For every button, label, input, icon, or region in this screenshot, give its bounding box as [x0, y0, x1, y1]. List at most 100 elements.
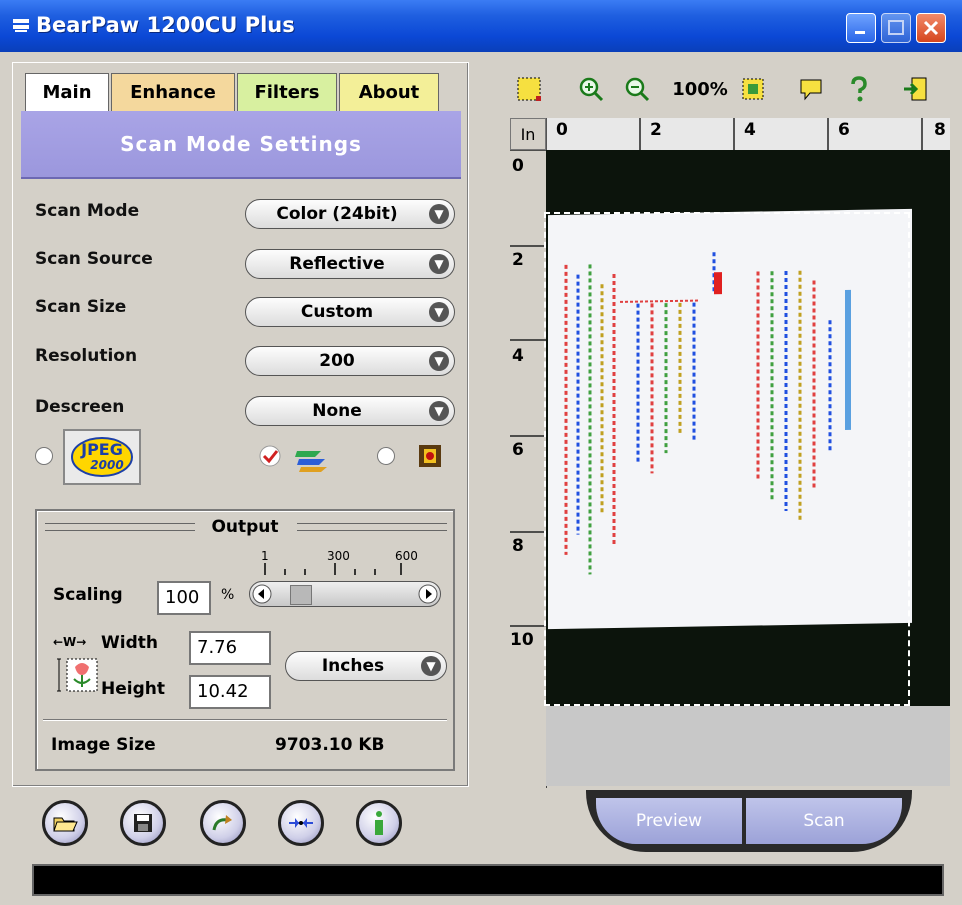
window-title: BearPaw 1200CU Plus	[36, 13, 295, 37]
scan-source-label: Scan Source	[35, 249, 153, 269]
descreen-label: Descreen	[35, 397, 125, 417]
chevron-down-icon: ▼	[429, 302, 449, 322]
film-radio[interactable]	[377, 447, 395, 465]
resolution-dropdown[interactable]: 200 ▼	[245, 346, 455, 376]
width-input[interactable]: 7.76	[189, 631, 271, 665]
image-size-label: Image Size	[51, 735, 156, 755]
section-header-title: Scan Mode Settings	[120, 132, 362, 156]
scale-tick-label: 1	[261, 549, 269, 563]
scan-mode-dropdown[interactable]: Color (24bit) ▼	[245, 199, 455, 229]
ruler-marks	[510, 150, 546, 627]
scan-size-value: Custom	[300, 302, 374, 322]
status-bar	[32, 864, 944, 896]
close-button[interactable]	[916, 13, 946, 43]
horizontal-ruler: 0 2 4 6 8	[546, 118, 950, 151]
scan-mode-value: Color (24bit)	[276, 204, 398, 224]
scan-source-dropdown[interactable]: Reflective ▼	[245, 249, 455, 279]
select-area-icon	[517, 77, 541, 101]
units-value: Inches	[321, 656, 385, 676]
chevron-down-icon: ▼	[429, 204, 449, 224]
tab-about-label: About	[358, 82, 420, 103]
scan-mode-label: Scan Mode	[35, 201, 140, 221]
checked-radio-icon[interactable]	[257, 443, 283, 469]
resolution-label: Resolution	[35, 346, 138, 366]
scan-size-dropdown[interactable]: Custom ▼	[245, 297, 455, 327]
vertical-ruler: 0 2 4 6 8 10	[510, 150, 547, 788]
scale-tick-label: 300	[327, 549, 350, 563]
preview-button[interactable]: Preview	[596, 798, 742, 844]
speech-bubble-icon	[800, 79, 822, 101]
tulip-icon	[57, 658, 98, 692]
scan-selection-frame[interactable]	[544, 212, 910, 706]
svg-text:2000: 2000	[90, 458, 123, 472]
folder-open-icon	[53, 817, 78, 832]
arrow-right-icon[interactable]	[418, 584, 438, 604]
scan-button[interactable]: Scan	[746, 798, 902, 844]
info-button[interactable]	[356, 800, 402, 846]
section-header: Scan Mode Settings	[21, 111, 461, 179]
zoom-in-icon	[579, 77, 604, 102]
scan-label: Scan	[803, 811, 845, 831]
zoom-in-button[interactable]	[576, 74, 606, 104]
arrow-left-icon[interactable]	[252, 584, 272, 604]
exit-button[interactable]	[900, 74, 930, 104]
descreen-dropdown[interactable]: None ▼	[245, 396, 455, 426]
preview-label: Preview	[635, 811, 703, 831]
exit-icon	[904, 77, 927, 101]
tab-filters-label: Filters	[254, 82, 320, 103]
chevron-down-icon: ▼	[429, 401, 449, 421]
select-area-button[interactable]	[514, 74, 544, 104]
percent-unit: %	[221, 587, 235, 603]
scaling-input[interactable]: 100	[157, 581, 211, 615]
settings-panel: Main Enhance Filters About Scan Mode Set…	[12, 62, 469, 787]
zoom-100-button[interactable]: 100%	[670, 74, 730, 104]
calibrate-icon	[289, 818, 313, 828]
maximize-button[interactable]	[881, 13, 911, 43]
open-button[interactable]	[42, 800, 88, 846]
ruler-unit: In	[510, 118, 546, 150]
title-bar[interactable]: BearPaw 1200CU Plus	[0, 0, 962, 52]
help-button[interactable]	[844, 74, 874, 104]
scanner-window: BearPaw 1200CU Plus Main Enhance Filters…	[0, 0, 962, 905]
units-dropdown[interactable]: Inches ▼	[285, 651, 447, 681]
ruler-unit-label: In	[520, 124, 536, 144]
tab-enhance-label: Enhance	[130, 82, 216, 103]
layers-icon	[295, 451, 327, 472]
note-button[interactable]	[796, 74, 826, 104]
undo-arrow-icon	[212, 815, 232, 831]
tab-main[interactable]: Main	[25, 73, 109, 111]
maximize-icon	[888, 20, 904, 35]
close-icon	[923, 20, 939, 36]
scaling-label: Scaling	[53, 585, 123, 605]
tab-main-label: Main	[42, 82, 92, 103]
scaling-slider[interactable]	[249, 581, 441, 607]
minimize-icon	[855, 31, 865, 34]
color-match-button[interactable]	[200, 800, 246, 846]
minimize-button[interactable]	[846, 13, 876, 43]
fit-page-button[interactable]	[738, 74, 768, 104]
divider	[43, 719, 447, 721]
jpeg2000-icon: JPEG 2000	[71, 437, 133, 477]
zoom-out-button[interactable]	[622, 74, 652, 104]
chevron-down-icon: ▼	[429, 254, 449, 274]
tab-enhance[interactable]: Enhance	[111, 73, 235, 111]
height-label: Height	[101, 679, 165, 699]
info-icon	[375, 811, 383, 835]
width-prefix: ←W→	[53, 635, 87, 649]
chevron-down-icon: ▼	[429, 351, 449, 371]
jpeg2000-radio[interactable]	[35, 447, 53, 465]
save-button[interactable]	[120, 800, 166, 846]
ruler-marks	[546, 118, 923, 150]
jpeg2000-button[interactable]: JPEG 2000	[63, 429, 141, 485]
calibrate-button[interactable]	[278, 800, 324, 846]
height-input[interactable]: 10.42	[189, 675, 271, 709]
scale-tick-label: 600	[395, 549, 418, 563]
slider-thumb[interactable]	[290, 585, 312, 605]
preview-toolbar: 100%	[504, 66, 950, 116]
tab-filters[interactable]: Filters	[237, 73, 337, 111]
fit-page-icon	[742, 78, 764, 100]
help-icon	[851, 76, 867, 102]
scanner-app-icon	[13, 19, 29, 32]
tab-about[interactable]: About	[339, 73, 439, 111]
film-icon	[419, 445, 441, 467]
